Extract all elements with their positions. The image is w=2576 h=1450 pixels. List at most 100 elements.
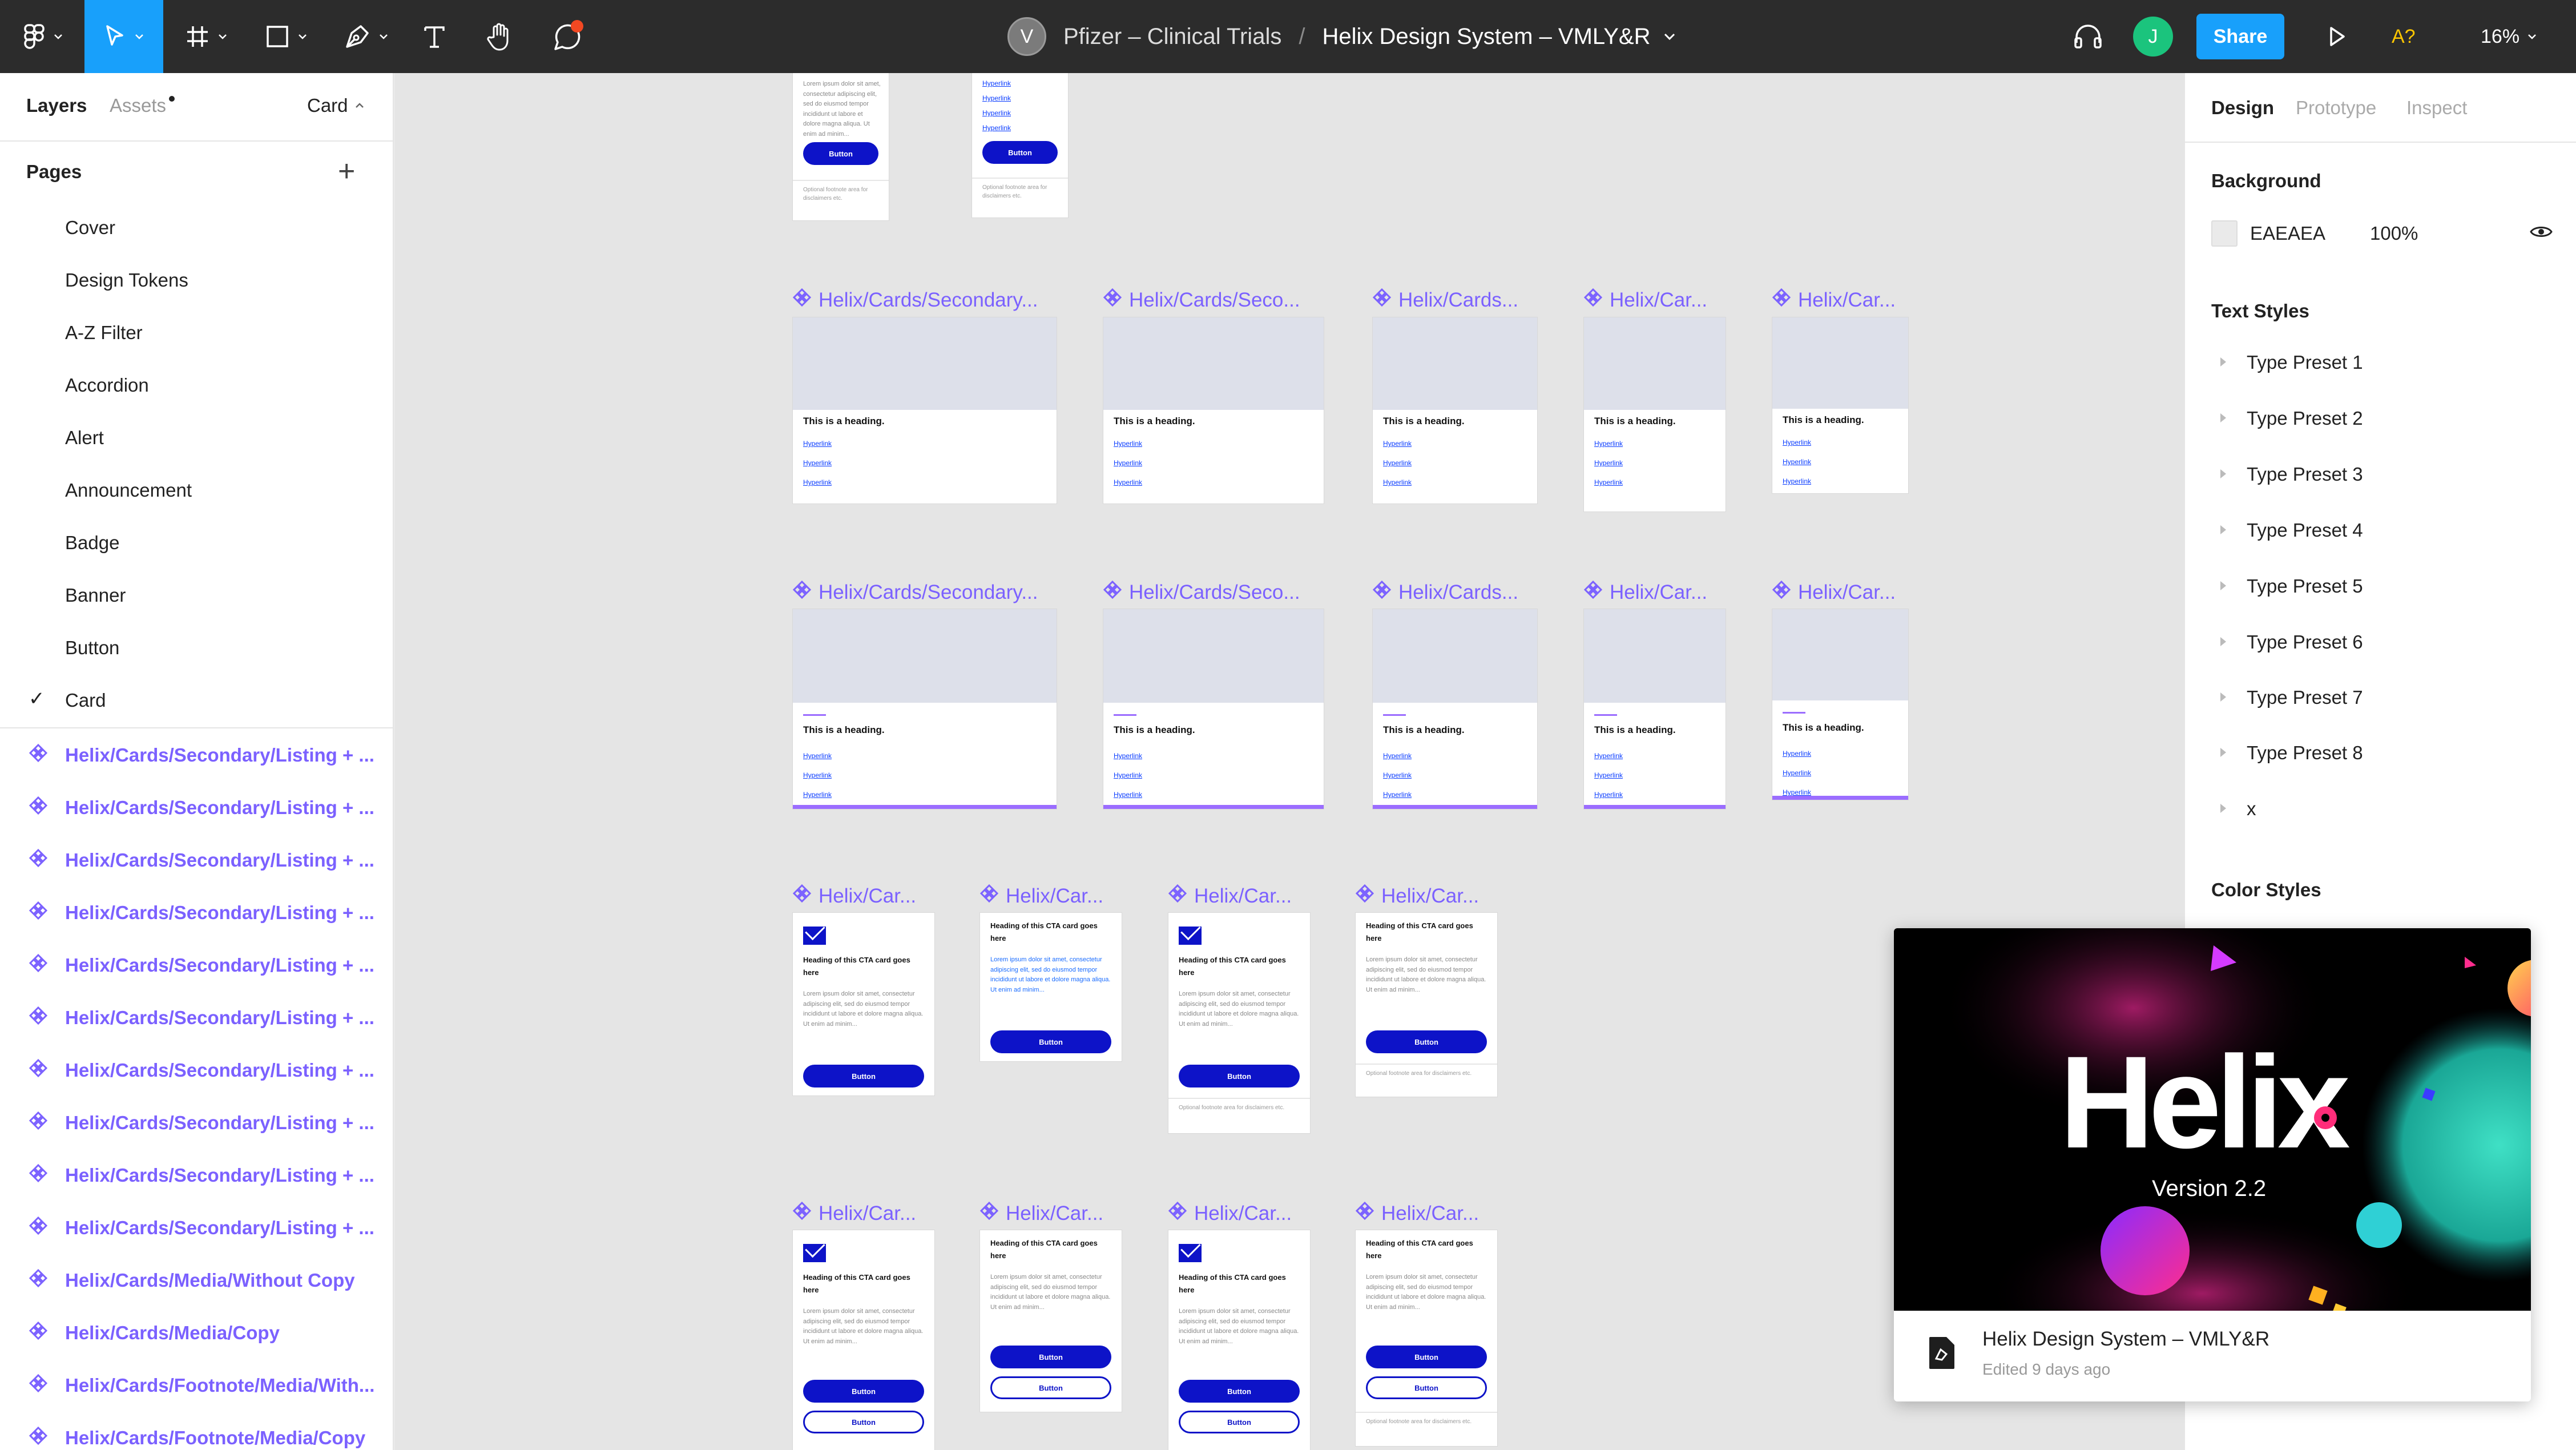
tab-layers[interactable]: Layers bbox=[26, 95, 87, 116]
cta-card[interactable]: Heading of this CTA card goes here Lorem … bbox=[1355, 1230, 1498, 1447]
card-link[interactable]: Hyperlink bbox=[1383, 459, 1412, 467]
text-style-item[interactable]: Type Preset 7 bbox=[2211, 687, 2363, 708]
listing-card[interactable]: This is a heading. Hyperlink Hyperlink Hype… bbox=[1103, 609, 1324, 809]
page-item[interactable]: A-Z Filter bbox=[0, 306, 393, 359]
card-link[interactable]: Hyperlink bbox=[1114, 478, 1142, 486]
card-link[interactable]: Hyperlink bbox=[1114, 752, 1142, 760]
user-avatar[interactable]: J bbox=[2133, 17, 2173, 57]
text-style-item[interactable]: Type Preset 3 bbox=[2211, 464, 2363, 485]
file-title[interactable]: V Pfizer – Clinical Trials / Helix Desig… bbox=[1007, 0, 1675, 73]
text-style-item[interactable]: Type Preset 1 bbox=[2211, 352, 2363, 373]
frame-label[interactable]: Helix/Car... bbox=[1772, 580, 1896, 605]
pen-tool-button[interactable] bbox=[334, 0, 397, 73]
card-link[interactable]: Hyperlink bbox=[1114, 771, 1142, 779]
zoom-menu[interactable]: 16% bbox=[2481, 0, 2537, 73]
card-link[interactable]: Hyperlink bbox=[982, 79, 1011, 87]
listing-card[interactable]: This is a heading. Hyperlink Hyperlink Hype… bbox=[1103, 317, 1324, 504]
card-link[interactable]: Hyperlink bbox=[1594, 440, 1623, 448]
layer-item[interactable]: Helix/Cards/Footnote/Media/With... bbox=[0, 1359, 393, 1411]
layer-item[interactable]: Helix/Cards/Secondary/Listing + ... bbox=[0, 1096, 393, 1149]
card-link[interactable]: Hyperlink bbox=[1383, 771, 1412, 779]
listing-card[interactable]: This is a heading. Hyperlink Hyperlink Hype… bbox=[1772, 609, 1909, 800]
text-style-item[interactable]: Type Preset 5 bbox=[2211, 575, 2363, 597]
card-link[interactable]: Hyperlink bbox=[1594, 791, 1623, 799]
card-button[interactable]: Button bbox=[803, 142, 878, 165]
page-item-current[interactable]: ✓ Card bbox=[0, 674, 393, 726]
frame-label[interactable]: Helix/Cards/Secondary... bbox=[792, 580, 1038, 605]
frame-label[interactable]: Helix/Car... bbox=[1355, 884, 1479, 908]
card-link[interactable]: Hyperlink bbox=[803, 459, 832, 467]
project-name[interactable]: Pfizer – Clinical Trials bbox=[1063, 24, 1281, 50]
cta-button[interactable]: Button bbox=[803, 1380, 924, 1403]
add-page-button[interactable]: + bbox=[338, 156, 355, 186]
hand-tool-button[interactable] bbox=[477, 0, 523, 73]
layer-item[interactable]: Helix/Cards/Secondary/Listing + ... bbox=[0, 1149, 393, 1201]
page-item[interactable]: Accordion bbox=[0, 359, 393, 411]
layer-item[interactable]: Helix/Cards/Secondary/Listing + ... bbox=[0, 991, 393, 1044]
page-item[interactable]: Button bbox=[0, 621, 393, 674]
figma-menu-button[interactable] bbox=[11, 0, 74, 73]
frame-label[interactable]: Helix/Car... bbox=[1355, 1201, 1479, 1226]
background-hex[interactable]: EAEAEA bbox=[2250, 223, 2325, 244]
cta-button[interactable]: Button bbox=[990, 1346, 1111, 1368]
frame-label[interactable]: Helix/Car... bbox=[1583, 580, 1707, 605]
cta-button[interactable]: Button bbox=[990, 1030, 1111, 1053]
background-opacity[interactable]: 100% bbox=[2370, 223, 2418, 244]
frame-label[interactable]: Helix/Cards/Secondary... bbox=[792, 288, 1038, 312]
move-tool-button[interactable] bbox=[84, 0, 163, 73]
text-style-item[interactable]: Type Preset 2 bbox=[2211, 408, 2363, 429]
card-link[interactable]: Hyperlink bbox=[1383, 440, 1412, 448]
frame-label[interactable]: Helix/Car... bbox=[1772, 288, 1896, 312]
layer-item[interactable]: Helix/Cards/Media/Copy bbox=[0, 1306, 393, 1359]
page-item[interactable]: Badge bbox=[0, 516, 393, 569]
cta-button[interactable]: Button bbox=[1179, 1065, 1300, 1088]
frame-label[interactable]: Helix/Car... bbox=[979, 1201, 1103, 1226]
layer-item[interactable]: Helix/Cards/Secondary/Listing + ... bbox=[0, 781, 393, 833]
accessibility-check-button[interactable]: A? bbox=[2392, 0, 2416, 73]
eye-icon[interactable] bbox=[2530, 224, 2553, 240]
listing-card[interactable]: This is a heading. Hyperlink Hyperlink Hype… bbox=[1772, 317, 1909, 494]
frame-label[interactable]: Helix/Cards... bbox=[1372, 580, 1518, 605]
cta-secondary-button[interactable]: Button bbox=[1179, 1411, 1300, 1433]
tab-prototype[interactable]: Prototype bbox=[2296, 97, 2376, 119]
card-link[interactable]: Hyperlink bbox=[1783, 438, 1811, 446]
frame-label[interactable]: Helix/Car... bbox=[1168, 884, 1292, 908]
card-link[interactable]: Hyperlink bbox=[1783, 750, 1811, 758]
page-item[interactable]: Design Tokens bbox=[0, 253, 393, 306]
shape-tool-button[interactable] bbox=[255, 0, 317, 73]
page-item[interactable]: Banner bbox=[0, 569, 393, 621]
layer-item[interactable]: Helix/Cards/Footnote/Media/Copy bbox=[0, 1411, 393, 1450]
cta-button[interactable]: Button bbox=[803, 1065, 924, 1088]
cta-button[interactable]: Button bbox=[1366, 1030, 1487, 1053]
page-item[interactable]: Alert bbox=[0, 411, 393, 464]
layer-item[interactable]: Helix/Cards/Media/Without Copy bbox=[0, 1254, 393, 1306]
card-partial[interactable]: Hyperlink Hyperlink Hyperlink Hyperlink … bbox=[971, 73, 1069, 218]
cta-card[interactable]: Heading of this CTA card goes here Lorem … bbox=[792, 912, 935, 1096]
frame-label[interactable]: Helix/Cards/Seco... bbox=[1103, 580, 1300, 605]
cta-card[interactable]: Heading of this CTA card goes here Lorem … bbox=[792, 1230, 935, 1450]
background-swatch[interactable] bbox=[2211, 220, 2238, 247]
card-button[interactable]: Button bbox=[982, 141, 1058, 164]
cta-secondary-button[interactable]: Button bbox=[990, 1376, 1111, 1399]
cta-card[interactable]: Heading of this CTA card goes here Lorem … bbox=[979, 1230, 1122, 1412]
card-link[interactable]: Hyperlink bbox=[1783, 477, 1811, 485]
card-link[interactable]: Hyperlink bbox=[1594, 771, 1623, 779]
cta-card[interactable]: Heading of this CTA card goes here Lorem … bbox=[1168, 1230, 1311, 1450]
cta-secondary-button[interactable]: Button bbox=[803, 1411, 924, 1433]
file-name[interactable]: Helix Design System – VMLY&R bbox=[1322, 24, 1650, 50]
page-item[interactable]: Cover bbox=[0, 201, 393, 253]
frame-label[interactable]: Helix/Car... bbox=[792, 1201, 916, 1226]
audio-button[interactable] bbox=[2071, 0, 2105, 73]
frame-label[interactable]: Helix/Car... bbox=[979, 884, 1103, 908]
frame-label[interactable]: Helix/Car... bbox=[1583, 288, 1707, 312]
cta-card[interactable]: Heading of this CTA card goes here Lorem … bbox=[1168, 912, 1311, 1134]
layer-item[interactable]: Helix/Cards/Secondary/Listing + ... bbox=[0, 833, 393, 886]
card-link[interactable]: Hyperlink bbox=[803, 478, 832, 486]
card-link[interactable]: Hyperlink bbox=[1594, 478, 1623, 486]
cta-button[interactable]: Button bbox=[1179, 1380, 1300, 1403]
text-style-item[interactable]: Type Preset 8 bbox=[2211, 742, 2363, 764]
layer-item[interactable]: Helix/Cards/Secondary/Listing + ... bbox=[0, 939, 393, 991]
listing-card[interactable]: This is a heading. Hyperlink Hyperlink Hype… bbox=[1372, 317, 1538, 504]
cta-secondary-button[interactable]: Button bbox=[1366, 1376, 1487, 1399]
card-link[interactable]: Hyperlink bbox=[982, 124, 1011, 132]
